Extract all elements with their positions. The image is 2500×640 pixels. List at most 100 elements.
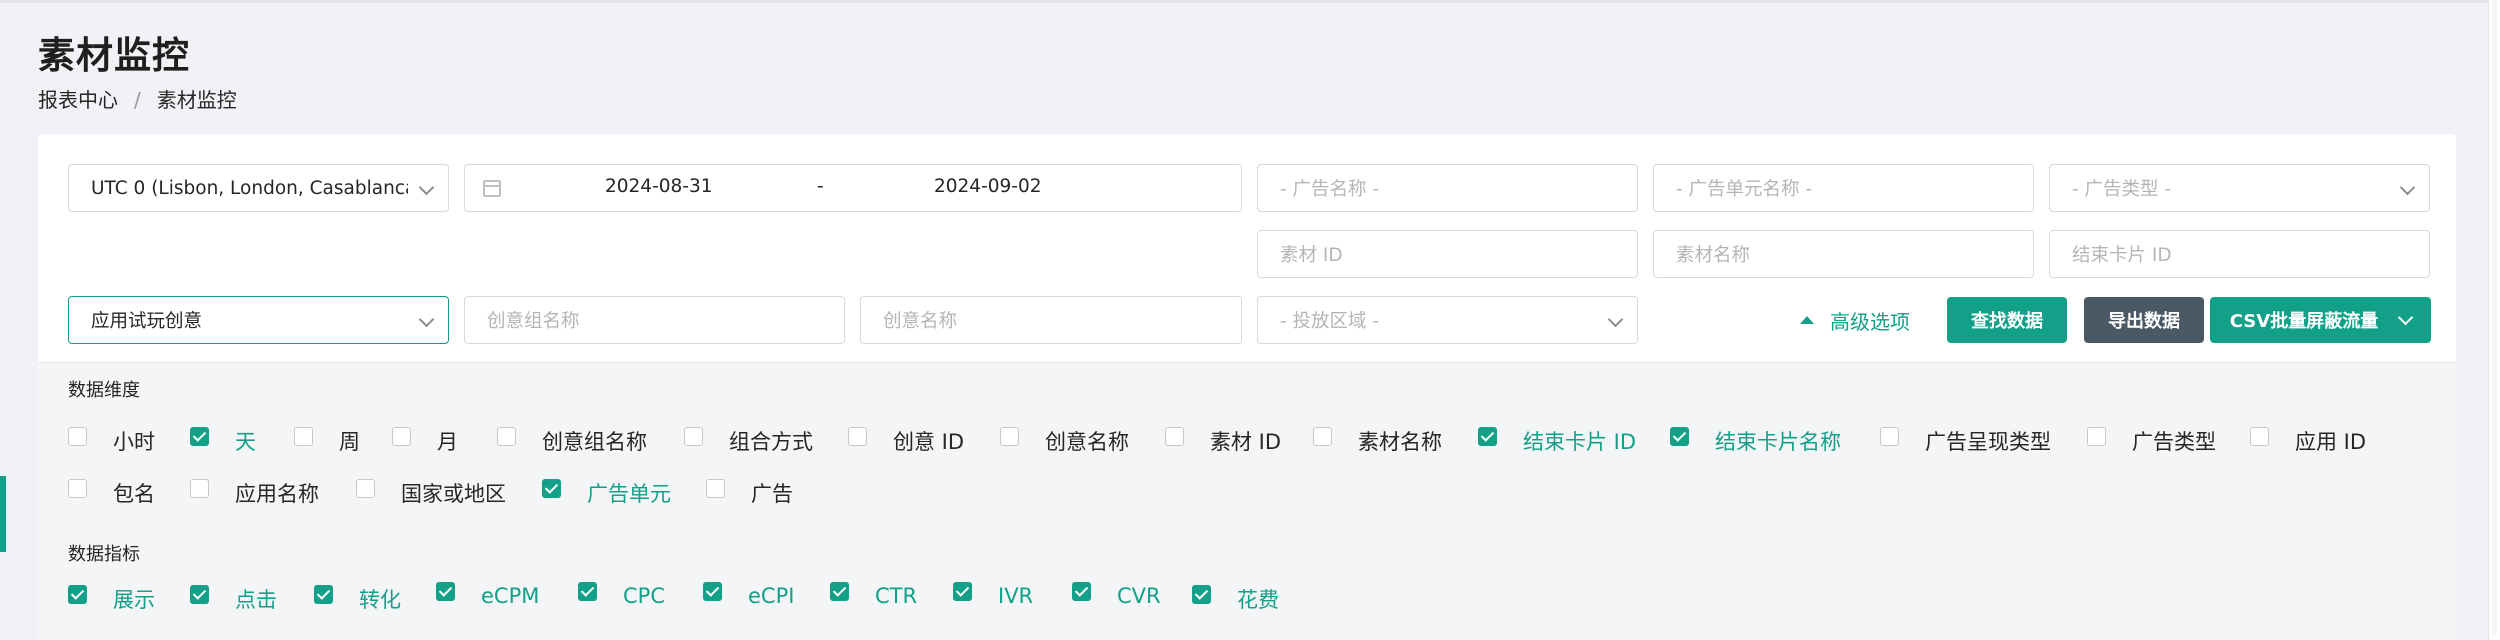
region-select[interactable]: - 投放区域 -	[1257, 296, 1638, 344]
calendar-icon	[483, 180, 501, 197]
metric-checkbox[interactable]: 展示	[68, 584, 155, 614]
dimension-checkbox[interactable]: 月	[392, 426, 458, 456]
dimension-checkbox[interactable]: 广告单元	[542, 478, 671, 508]
creative-type-select[interactable]: 应用试玩创意	[68, 296, 449, 344]
page-scrollbar[interactable]	[2488, 0, 2500, 640]
checkbox-empty-icon[interactable]	[392, 426, 411, 446]
metric-checkbox[interactable]: CVR	[1072, 581, 1161, 608]
creative-group-name-input[interactable]: 创意组名称	[464, 296, 845, 344]
checkbox-checked-icon[interactable]	[1072, 581, 1091, 601]
checkbox-empty-icon[interactable]	[1000, 426, 1019, 446]
dimension-checkbox[interactable]: 结束卡片 ID	[1478, 426, 1636, 456]
breadcrumb-report-center[interactable]: 报表中心	[38, 87, 118, 113]
checkbox-empty-icon[interactable]	[68, 426, 87, 446]
checkbox-empty-icon[interactable]	[190, 478, 209, 498]
checkbox-checked-icon[interactable]	[436, 581, 455, 601]
checkbox-empty-icon[interactable]	[356, 478, 375, 498]
dimension-checkbox[interactable]: 应用 ID	[2250, 426, 2366, 456]
advanced-options-toggle[interactable]: 高级选项	[1800, 300, 1910, 340]
dimension-checkbox[interactable]: 创意名称	[1000, 426, 1129, 456]
dimension-label: 小时	[113, 430, 155, 454]
checkbox-checked-icon[interactable]	[314, 584, 333, 604]
dimension-checkbox[interactable]: 广告	[706, 478, 793, 508]
checkbox-checked-icon[interactable]	[578, 581, 597, 601]
dimension-checkbox[interactable]: 组合方式	[684, 426, 813, 456]
checkbox-checked-icon[interactable]	[953, 581, 972, 601]
dimension-checkbox[interactable]: 创意组名称	[497, 426, 647, 456]
scrollbar-thumb[interactable]	[2492, 0, 2497, 636]
ad-type-select[interactable]: - 广告类型 -	[2049, 164, 2430, 212]
checkbox-checked-icon[interactable]	[830, 581, 849, 601]
caret-up-icon	[1800, 316, 1814, 324]
checkbox-empty-icon[interactable]	[684, 426, 703, 446]
dimension-checkbox[interactable]: 素材 ID	[1165, 426, 1281, 456]
checkbox-checked-icon[interactable]	[1478, 426, 1497, 446]
side-drawer-handle[interactable]	[0, 476, 6, 552]
checkbox-empty-icon[interactable]	[2250, 426, 2269, 446]
date-range-picker[interactable]: 2024-08-31 - 2024-09-02	[464, 164, 1242, 212]
checkbox-checked-icon[interactable]	[542, 478, 561, 498]
dimension-checkbox[interactable]: 广告类型	[2087, 426, 2216, 456]
date-start[interactable]: 2024-08-31	[605, 176, 713, 197]
ad-unit-name-input[interactable]: - 广告单元名称 -	[1653, 164, 2034, 212]
dimension-checkbox[interactable]: 创意 ID	[848, 426, 964, 456]
dimension-checkbox[interactable]: 应用名称	[190, 478, 319, 508]
dimension-checkbox[interactable]: 包名	[68, 478, 155, 508]
checkbox-empty-icon[interactable]	[68, 478, 87, 498]
date-end[interactable]: 2024-09-02	[934, 176, 1042, 197]
checkbox-empty-icon[interactable]	[2087, 426, 2106, 446]
dimension-checkbox[interactable]: 周	[294, 426, 360, 456]
creative-type-value: 应用试玩创意	[91, 311, 203, 332]
dimension-checkbox[interactable]: 天	[190, 426, 256, 456]
checkbox-empty-icon[interactable]	[706, 478, 725, 498]
dimension-checkbox[interactable]: 小时	[68, 426, 155, 456]
creative-name-input[interactable]: 创意名称	[860, 296, 1242, 344]
metric-checkbox[interactable]: 转化	[314, 584, 401, 614]
material-name-input[interactable]: 素材名称	[1653, 230, 2034, 278]
material-id-input[interactable]: 素材 ID	[1257, 230, 1638, 278]
search-data-label: 查找数据	[1971, 311, 2043, 332]
endcard-id-input[interactable]: 结束卡片 ID	[2049, 230, 2430, 278]
csv-block-traffic-button[interactable]: CSV批量屏蔽流量	[2210, 297, 2431, 343]
metric-checkbox[interactable]: eCPI	[703, 581, 794, 608]
dimension-label: 周	[339, 430, 360, 454]
checkbox-checked-icon[interactable]	[190, 426, 209, 446]
metric-checkbox[interactable]: 点击	[190, 584, 277, 614]
checkbox-empty-icon[interactable]	[848, 426, 867, 446]
dimension-checkbox[interactable]: 素材名称	[1313, 426, 1442, 456]
metric-checkbox[interactable]: IVR	[953, 581, 1033, 608]
checkbox-checked-icon[interactable]	[190, 584, 209, 604]
metric-checkbox[interactable]: CPC	[578, 581, 665, 608]
dimension-label: 包名	[113, 482, 155, 506]
checkbox-checked-icon[interactable]	[1670, 426, 1689, 446]
dimension-label: 广告呈现类型	[1925, 430, 2051, 454]
checkbox-empty-icon[interactable]	[1165, 426, 1184, 446]
search-data-button[interactable]: 查找数据	[1947, 297, 2067, 343]
ad-name-input[interactable]: - 广告名称 -	[1257, 164, 1638, 212]
dimension-checkbox[interactable]: 国家或地区	[356, 478, 506, 508]
metric-checkbox[interactable]: 花费	[1192, 584, 1279, 614]
dimension-checkbox[interactable]: 结束卡片名称	[1670, 426, 1841, 456]
metric-label: 点击	[235, 588, 277, 612]
dimension-label: 应用 ID	[2295, 430, 2367, 454]
checkbox-checked-icon[interactable]	[1192, 584, 1211, 604]
checkbox-checked-icon[interactable]	[68, 584, 87, 604]
timezone-select[interactable]: UTC 0 (Lisbon, London, Casablanca)	[68, 164, 449, 212]
checkbox-checked-icon[interactable]	[703, 581, 722, 601]
chevron-down-icon	[2397, 309, 2414, 325]
ad-name-placeholder: - 广告名称 -	[1280, 179, 1380, 200]
metric-checkbox[interactable]: eCPM	[436, 581, 539, 608]
chevron-down-icon	[2399, 179, 2416, 196]
metric-checkbox[interactable]: CTR	[830, 581, 917, 608]
checkbox-empty-icon[interactable]	[294, 426, 313, 446]
creative-name-placeholder: 创意名称	[883, 311, 958, 332]
dimension-label: 广告类型	[2132, 430, 2216, 454]
dimension-label: 月	[437, 430, 458, 454]
export-data-button[interactable]: 导出数据	[2084, 297, 2204, 343]
ad-type-placeholder: - 广告类型 -	[2072, 179, 2172, 200]
dimension-checkbox[interactable]: 广告呈现类型	[1880, 426, 2051, 456]
checkbox-empty-icon[interactable]	[1313, 426, 1332, 446]
checkbox-empty-icon[interactable]	[1880, 426, 1899, 446]
checkbox-empty-icon[interactable]	[497, 426, 516, 446]
dimension-label: 创意 ID	[893, 430, 965, 454]
